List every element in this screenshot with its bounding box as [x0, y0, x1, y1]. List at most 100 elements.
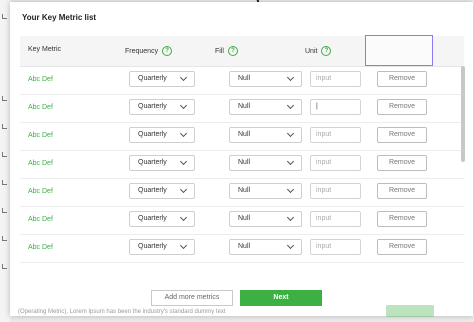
table-row: Abc Def Quarterly Null input Remove [20, 234, 464, 263]
fill-value: Null [238, 215, 251, 222]
fill-value: Null [238, 159, 251, 166]
unit-input-text: input [316, 187, 332, 194]
chevron-down-icon [179, 213, 188, 222]
metric-name[interactable]: Abc Def [28, 104, 53, 111]
table-row: Abc Def Quarterly Null input Remove [20, 150, 464, 179]
unit-input[interactable]: | [310, 99, 361, 115]
fill-select[interactable]: Null [229, 211, 302, 227]
unit-input[interactable]: input [310, 127, 361, 143]
unit-input-text: input [316, 159, 332, 166]
metric-name[interactable]: Abc Def [28, 76, 53, 83]
remove-button[interactable]: Remove [377, 239, 427, 255]
chevron-down-icon [286, 241, 295, 250]
chevron-down-icon [179, 129, 188, 138]
fill-select[interactable]: Null [229, 71, 302, 87]
background-mark [2, 152, 7, 157]
table-row: Abc Def Quarterly Null input Remove [20, 122, 464, 151]
unit-input[interactable]: input [310, 211, 361, 227]
background-text: (Operating Metric), Lorem Ipsum has been… [18, 309, 226, 315]
background-sidebar [0, 0, 10, 322]
background-mark [2, 208, 7, 213]
fill-select[interactable]: Null [229, 239, 302, 255]
fill-select[interactable]: Null [229, 183, 302, 199]
background-mark [2, 264, 7, 269]
background-mark [2, 180, 7, 185]
chevron-down-icon [286, 101, 295, 110]
metric-name[interactable]: Abc Def [28, 132, 53, 139]
fill-value: Null [238, 187, 251, 194]
fill-select[interactable]: Null [229, 99, 302, 115]
modal-title: Your Key Metric list [22, 13, 97, 22]
table-row: Abc Def Quarterly Null | Remove [20, 94, 464, 123]
help-icon[interactable]: ? [321, 46, 332, 56]
column-header-frequency: Frequency ? [125, 46, 173, 56]
frequency-value: Quarterly [138, 243, 167, 250]
unit-input[interactable]: input [310, 183, 361, 199]
frequency-select[interactable]: Quarterly [129, 239, 195, 255]
remove-button[interactable]: Remove [377, 211, 427, 227]
frequency-select[interactable]: Quarterly [129, 127, 195, 143]
frequency-select[interactable]: Quarterly [129, 99, 195, 115]
next-button[interactable]: Next [240, 290, 322, 306]
metric-name[interactable]: Abc Def [28, 188, 53, 195]
background-mark [2, 124, 7, 129]
table-header: Key Metric Frequency ? Fill ? Unit ? [20, 35, 464, 67]
unit-input-text: input [316, 75, 332, 82]
column-header-fill: Fill ? [215, 46, 238, 56]
frequency-value: Quarterly [138, 131, 167, 138]
add-more-metrics-button[interactable]: Add more metrics [151, 290, 233, 306]
frequency-select[interactable]: Quarterly [129, 183, 195, 199]
fill-value: Null [238, 103, 251, 110]
unit-input-text: input [316, 243, 332, 250]
scrollbar[interactable] [461, 66, 465, 162]
help-icon[interactable]: ? [162, 46, 173, 56]
chevron-down-icon [286, 129, 295, 138]
key-metric-modal: Your Key Metric list Key Metric Frequenc… [10, 2, 473, 316]
frequency-select[interactable]: Quarterly [129, 211, 195, 227]
fill-select[interactable]: Null [229, 127, 302, 143]
frequency-value: Quarterly [138, 159, 167, 166]
fill-value: Null [238, 131, 251, 138]
unit-input-text: input [316, 215, 332, 222]
frequency-select[interactable]: Quarterly [129, 155, 195, 171]
metric-name[interactable]: Abc Def [28, 160, 53, 167]
chevron-down-icon [179, 157, 188, 166]
metric-name[interactable]: Abc Def [28, 216, 53, 223]
chevron-down-icon [286, 73, 295, 82]
metric-name[interactable]: Abc Def [28, 244, 53, 251]
remove-button[interactable]: Remove [377, 183, 427, 199]
remove-button[interactable]: Remove [377, 127, 427, 143]
chevron-down-icon [179, 241, 188, 250]
remove-button[interactable]: Remove [377, 155, 427, 171]
column-header-metric: Key Metric [28, 46, 62, 53]
background-mark [2, 14, 7, 19]
chevron-down-icon [286, 157, 295, 166]
unit-input[interactable]: input [310, 155, 361, 171]
chevron-down-icon [286, 213, 295, 222]
unit-input-text: | [316, 103, 318, 110]
frequency-value: Quarterly [138, 187, 167, 194]
remove-button[interactable]: Remove [377, 71, 427, 87]
fill-select[interactable]: Null [229, 155, 302, 171]
frequency-select[interactable]: Quarterly [129, 71, 195, 87]
frequency-value: Quarterly [138, 103, 167, 110]
background-mark [2, 96, 7, 101]
background-button [386, 305, 434, 317]
chevron-down-icon [179, 101, 188, 110]
chevron-down-icon [179, 73, 188, 82]
table-row: Abc Def Quarterly Null input Remove [20, 66, 464, 95]
column-header-unit: Unit ? [305, 46, 332, 56]
table-row: Abc Def Quarterly Null input Remove [20, 178, 464, 207]
chevron-down-icon [179, 185, 188, 194]
remove-button[interactable]: Remove [377, 99, 427, 115]
frequency-value: Quarterly [138, 75, 167, 82]
chevron-down-icon [286, 185, 295, 194]
help-icon[interactable]: ? [227, 46, 238, 56]
unit-input-text: input [316, 131, 332, 138]
background-mark [2, 236, 7, 241]
fill-value: Null [238, 243, 251, 250]
unit-input[interactable]: input [310, 71, 361, 87]
unit-input[interactable]: input [310, 239, 361, 255]
frequency-value: Quarterly [138, 215, 167, 222]
table-row: Abc Def Quarterly Null input Remove [20, 206, 464, 235]
